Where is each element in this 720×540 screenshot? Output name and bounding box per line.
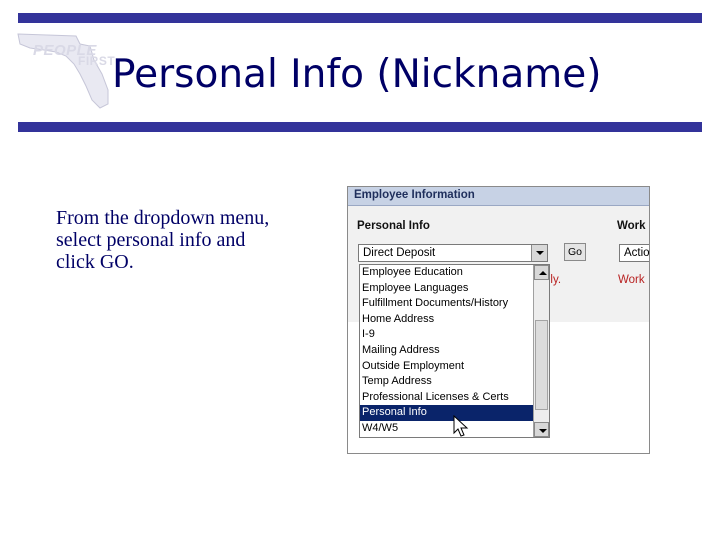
slide-title: Personal Info (Nickname) [112, 52, 602, 97]
personal-info-label: Personal Info [357, 220, 430, 232]
option-professional-licenses[interactable]: Professional Licenses & Certs [360, 390, 534, 406]
mouse-cursor-icon [453, 415, 469, 437]
option-mailing-address[interactable]: Mailing Address [360, 343, 534, 359]
top-rule [18, 13, 702, 23]
option-w4-w5[interactable]: W4/W5 [360, 421, 534, 437]
option-home-address[interactable]: Home Address [360, 312, 534, 328]
work-label: Work [617, 220, 646, 232]
screenshot-header-bar: Employee Information [348, 187, 649, 206]
go-button[interactable]: Go [564, 243, 586, 261]
option-employee-education[interactable]: Employee Education [360, 265, 534, 281]
option-fulfillment-documents[interactable]: Fulfillment Documents/History [360, 296, 534, 312]
dropdown-arrow-icon[interactable] [531, 245, 547, 261]
screenshot-header-title: Employee Information [354, 189, 475, 201]
option-outside-employment[interactable]: Outside Employment [360, 359, 534, 375]
list-scrollbar[interactable] [533, 265, 549, 437]
scroll-down-icon[interactable] [534, 422, 549, 437]
option-employee-languages[interactable]: Employee Languages [360, 281, 534, 297]
option-temp-address[interactable]: Temp Address [360, 374, 534, 390]
dropdown-options-list[interactable]: Employee Education Employee Languages Fu… [359, 264, 550, 438]
work-action-dropdown[interactable]: Actio [619, 244, 650, 262]
work-action-value: Actio [624, 247, 650, 259]
option-i9[interactable]: I-9 [360, 327, 534, 343]
red-note-right: Work [618, 274, 645, 286]
dropdown-selected-value: Direct Deposit [363, 247, 436, 259]
people-first-logo: PEOPLE FIRST [16, 30, 116, 112]
scroll-up-icon[interactable] [534, 265, 549, 280]
personal-info-dropdown[interactable]: Direct Deposit [358, 244, 548, 262]
options-container: Employee Education Employee Languages Fu… [360, 265, 534, 437]
scrollbar-thumb[interactable] [535, 320, 548, 410]
title-underline-rule [18, 122, 702, 132]
instruction-text: From the dropdown menu, select personal … [56, 207, 270, 273]
option-personal-info[interactable]: Personal Info [360, 405, 534, 421]
logo-word-first: FIRST [78, 54, 116, 68]
employee-info-screenshot: Employee Information Personal Info Work … [347, 186, 650, 454]
